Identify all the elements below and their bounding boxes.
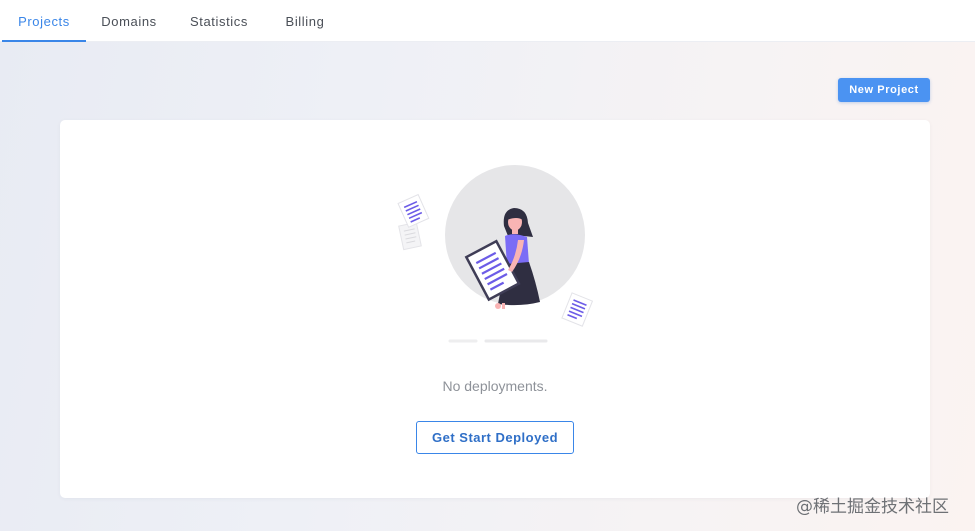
- empty-state-message: No deployments.: [442, 378, 548, 394]
- empty-state-illustration: [397, 165, 594, 343]
- get-start-deployed-button[interactable]: Get Start Deployed: [416, 421, 574, 454]
- watermark-text: @稀土掘金技术社区: [796, 497, 949, 517]
- tab-billing[interactable]: Billing: [272, 0, 338, 42]
- floating-document-icon: [561, 292, 594, 327]
- tab-domains[interactable]: Domains: [88, 0, 170, 42]
- new-project-button[interactable]: New Project: [838, 78, 930, 102]
- tab-statistics[interactable]: Statistics: [176, 0, 262, 42]
- tab-projects[interactable]: Projects: [2, 0, 86, 42]
- floating-document-icon: [397, 193, 430, 228]
- top-navigation-bar: Projects Domains Statistics Billing: [0, 0, 975, 42]
